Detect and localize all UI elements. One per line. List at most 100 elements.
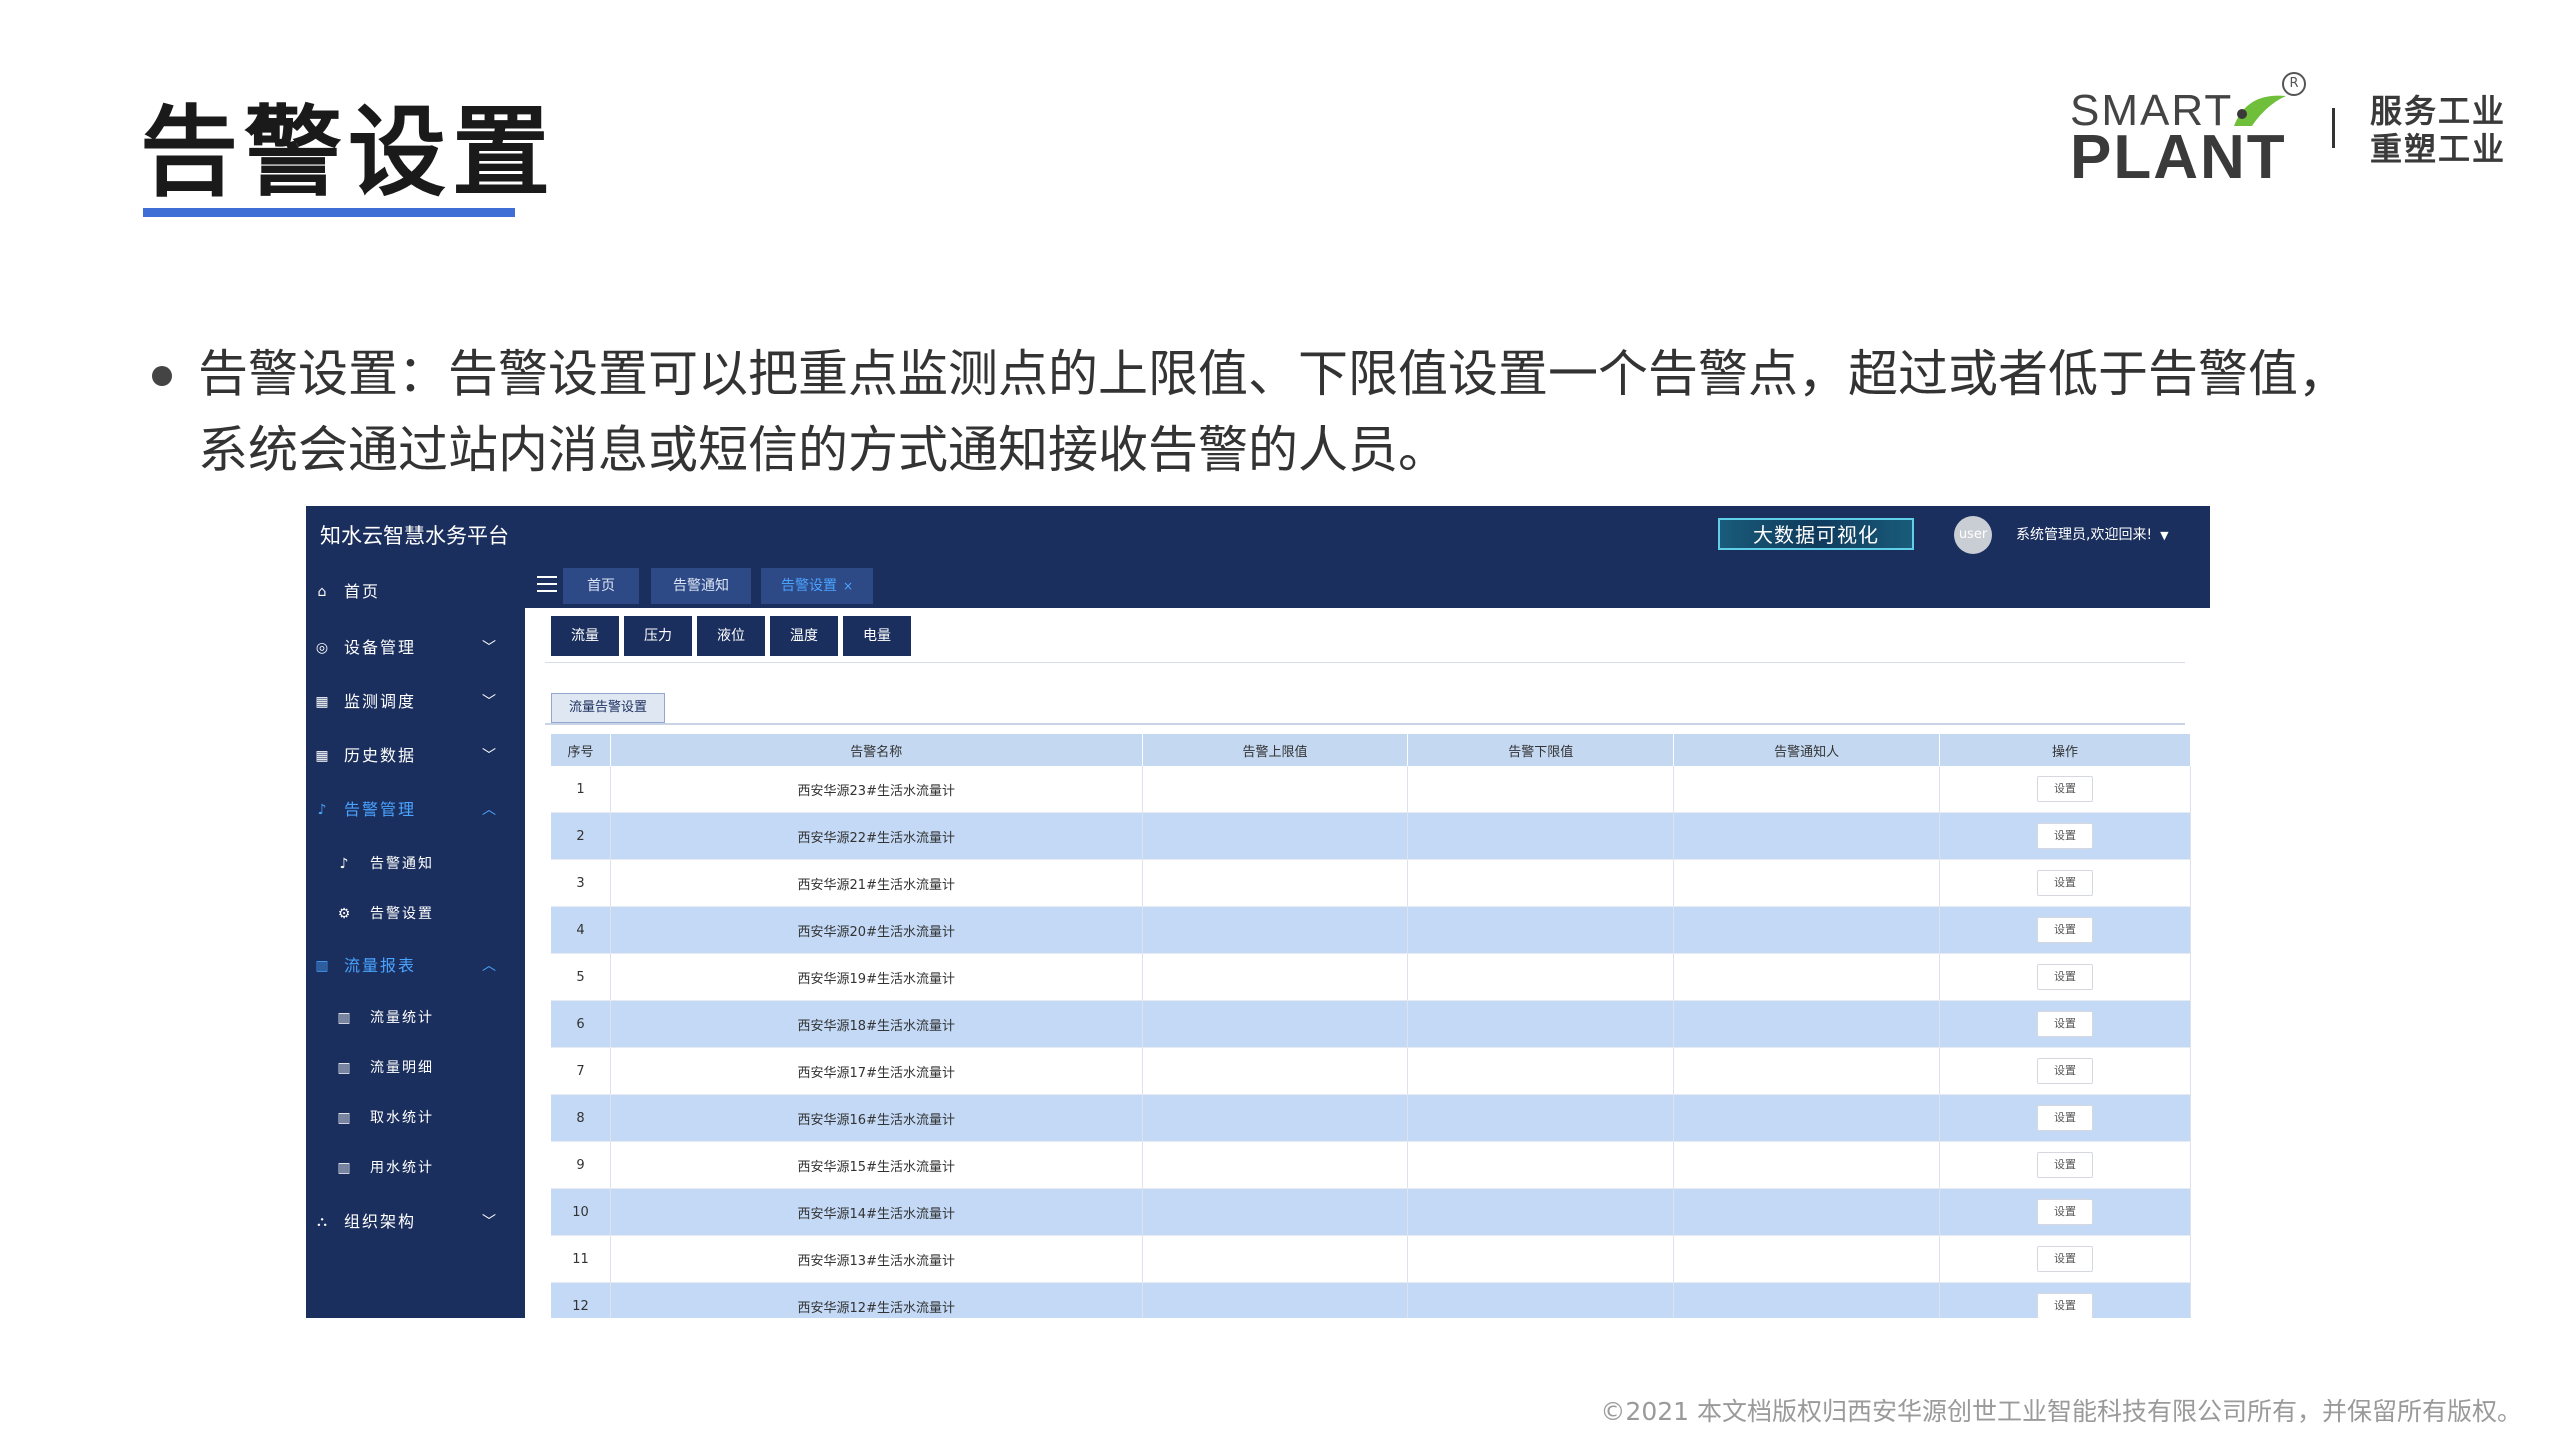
slide-title: 告警设置 xyxy=(140,96,557,210)
set-button[interactable]: 设置 xyxy=(2037,1246,2093,1272)
notify-person-cell xyxy=(1673,1188,1940,1236)
alarm-name: 西安华源17#生活水流量计 xyxy=(610,1047,1143,1095)
avatar[interactable]: user xyxy=(1954,516,1992,554)
bar-chart-icon: ▥ xyxy=(337,1060,353,1076)
menu-toggle-icon[interactable] xyxy=(537,576,557,597)
sidebar-item-label: 历史数据 xyxy=(344,746,417,765)
column-header: 操作 xyxy=(1939,734,2191,766)
bigdata-visualization-button[interactable]: 大数据可视化 xyxy=(1718,518,1914,550)
subtab[interactable]: 压力 xyxy=(624,616,692,656)
set-button[interactable]: 设置 xyxy=(2037,1058,2093,1084)
notify-person-cell xyxy=(1673,1047,1940,1095)
set-button[interactable]: 设置 xyxy=(2037,964,2093,990)
row-number: 11 xyxy=(551,1235,611,1283)
row-number: 8 xyxy=(551,1094,611,1142)
sidebar-item[interactable]: ▦ 监测调度 ﹀ xyxy=(306,682,525,722)
monitor-icon: ▦ xyxy=(315,694,331,710)
sidebar-item[interactable]: ▥ 流量明细 xyxy=(306,1048,525,1088)
sidebar-item-label: 告警管理 xyxy=(344,800,417,819)
subtab[interactable]: 电量 xyxy=(843,616,911,656)
bullet-line-2: 系统会通过站内消息或短信的方式通知接收告警的人员。 xyxy=(198,421,1448,479)
lower-limit-cell xyxy=(1407,812,1675,860)
sidebar-item[interactable]: ⛬ 组织架构 ﹀ xyxy=(306,1202,525,1242)
action-cell: 设置 xyxy=(1939,1000,2191,1048)
bullet-dot xyxy=(152,366,172,386)
history-icon: ▦ xyxy=(315,748,331,764)
lower-limit-cell xyxy=(1407,859,1675,907)
sidebar-item-label: 流量明细 xyxy=(370,1060,434,1076)
sidebar-item[interactable]: ▥ 流量报表 ︿ xyxy=(306,946,525,986)
sidebar-item[interactable]: ▥ 流量统计 xyxy=(306,998,525,1038)
tab[interactable]: 告警通知 xyxy=(651,568,751,604)
action-cell: 设置 xyxy=(1939,859,2191,907)
slogan-line-1: 服务工业 xyxy=(2370,92,2507,130)
upper-limit-cell xyxy=(1142,1094,1409,1142)
action-cell: 设置 xyxy=(1939,1188,2191,1236)
device-icon: ◎ xyxy=(315,640,331,656)
notify-person-cell xyxy=(1673,1235,1940,1283)
set-button[interactable]: 设置 xyxy=(2037,1105,2093,1131)
notify-person-cell xyxy=(1673,766,1940,813)
tab-label: 告警设置 xyxy=(780,578,837,594)
tab[interactable]: 告警设置 × xyxy=(761,568,873,604)
column-header: 告警名称 xyxy=(610,734,1143,766)
logo-slogan: 服务工业 重塑工业 xyxy=(2370,92,2506,168)
close-icon[interactable]: × xyxy=(843,579,853,593)
table-row: 6 西安华源18#生活水流量计 设置 xyxy=(551,1000,2191,1048)
alarm-settings-table: 序号 告警名称 告警上限值 告警下限值 告警通知人 操作 1 西安华源23#生活水流量计 设置… xyxy=(551,734,2191,1318)
user-menu[interactable]: 系统管理员,欢迎回来! ▼ xyxy=(2016,524,2169,544)
title-underline xyxy=(143,208,515,217)
sidebar-item-label: 首页 xyxy=(344,582,381,601)
subtab[interactable]: 温度 xyxy=(770,616,838,656)
upper-limit-cell xyxy=(1142,1235,1409,1283)
app-header: 知水云智慧水务平台 大数据可视化 user 系统管理员,欢迎回来! ▼ xyxy=(306,506,2210,562)
sidebar-item[interactable]: ♪ 告警管理 ︿ xyxy=(306,790,525,830)
sidebar-item[interactable]: ▦ 历史数据 ﹀ xyxy=(306,736,525,776)
table-row: 11 西安华源13#生活水流量计 设置 xyxy=(551,1235,2191,1283)
bar-chart-icon: ▥ xyxy=(315,958,331,974)
logo-plant-text: PLANT xyxy=(2070,123,2287,192)
action-cell: 设置 xyxy=(1939,906,2191,954)
sidebar-item-label: 监测调度 xyxy=(344,692,417,711)
set-button[interactable]: 设置 xyxy=(2037,1011,2093,1037)
app-window: 知水云智慧水务平台 大数据可视化 user 系统管理员,欢迎回来! ▼ ⌂ 首页 ◎ 设… xyxy=(306,506,2210,1318)
lower-limit-cell xyxy=(1407,1000,1675,1048)
sidebar-item[interactable]: ▥ 取水统计 xyxy=(306,1098,525,1138)
subtab[interactable]: 液位 xyxy=(697,616,765,656)
set-button[interactable]: 设置 xyxy=(2037,1293,2093,1318)
sidebar-item-label: 告警设置 xyxy=(370,906,434,922)
sidebar-item[interactable]: ⌂ 首页 xyxy=(306,572,525,612)
upper-limit-cell xyxy=(1142,812,1409,860)
notify-person-cell xyxy=(1673,906,1940,954)
bar-chart-icon: ▥ xyxy=(337,1110,353,1126)
sidebar-item[interactable]: ▥ 用水统计 xyxy=(306,1148,525,1188)
set-button[interactable]: 设置 xyxy=(2037,870,2093,896)
sidebar-item-label: 流量统计 xyxy=(370,1010,434,1026)
row-number: 5 xyxy=(551,953,611,1001)
set-button[interactable]: 设置 xyxy=(2037,1152,2093,1178)
sidebar-item[interactable]: ◎ 设备管理 ﹀ xyxy=(306,628,525,668)
bell-icon: ♪ xyxy=(317,802,329,818)
tab[interactable]: 首页 xyxy=(563,568,639,604)
set-button[interactable]: 设置 xyxy=(2037,823,2093,849)
set-button[interactable]: 设置 xyxy=(2037,1199,2093,1225)
table-row: 9 西安华源15#生活水流量计 设置 xyxy=(551,1141,2191,1189)
upper-limit-cell xyxy=(1142,766,1409,813)
subtab[interactable]: 流量 xyxy=(551,616,619,656)
registered-mark: R xyxy=(2282,72,2306,96)
subtab-divider xyxy=(545,662,2185,663)
set-button[interactable]: 设置 xyxy=(2037,917,2093,943)
sidebar-item[interactable]: ⚙ 告警设置 xyxy=(306,894,525,934)
row-number: 3 xyxy=(551,859,611,907)
alarm-name: 西安华源14#生活水流量计 xyxy=(610,1188,1143,1236)
bell-icon: ♪ xyxy=(339,856,351,872)
home-icon: ⌂ xyxy=(317,584,329,600)
upper-limit-cell xyxy=(1142,906,1409,954)
column-header: 告警通知人 xyxy=(1673,734,1940,766)
notify-person-cell xyxy=(1673,1141,1940,1189)
sidebar-item[interactable]: ♪ 告警通知 xyxy=(306,844,525,884)
set-button[interactable]: 设置 xyxy=(2037,776,2093,802)
table-row: 2 西安华源22#生活水流量计 设置 xyxy=(551,812,2191,860)
lower-limit-cell xyxy=(1407,1094,1675,1142)
company-logo: SMART PLANT R 服务工业 重塑工业 xyxy=(2070,72,2530,192)
